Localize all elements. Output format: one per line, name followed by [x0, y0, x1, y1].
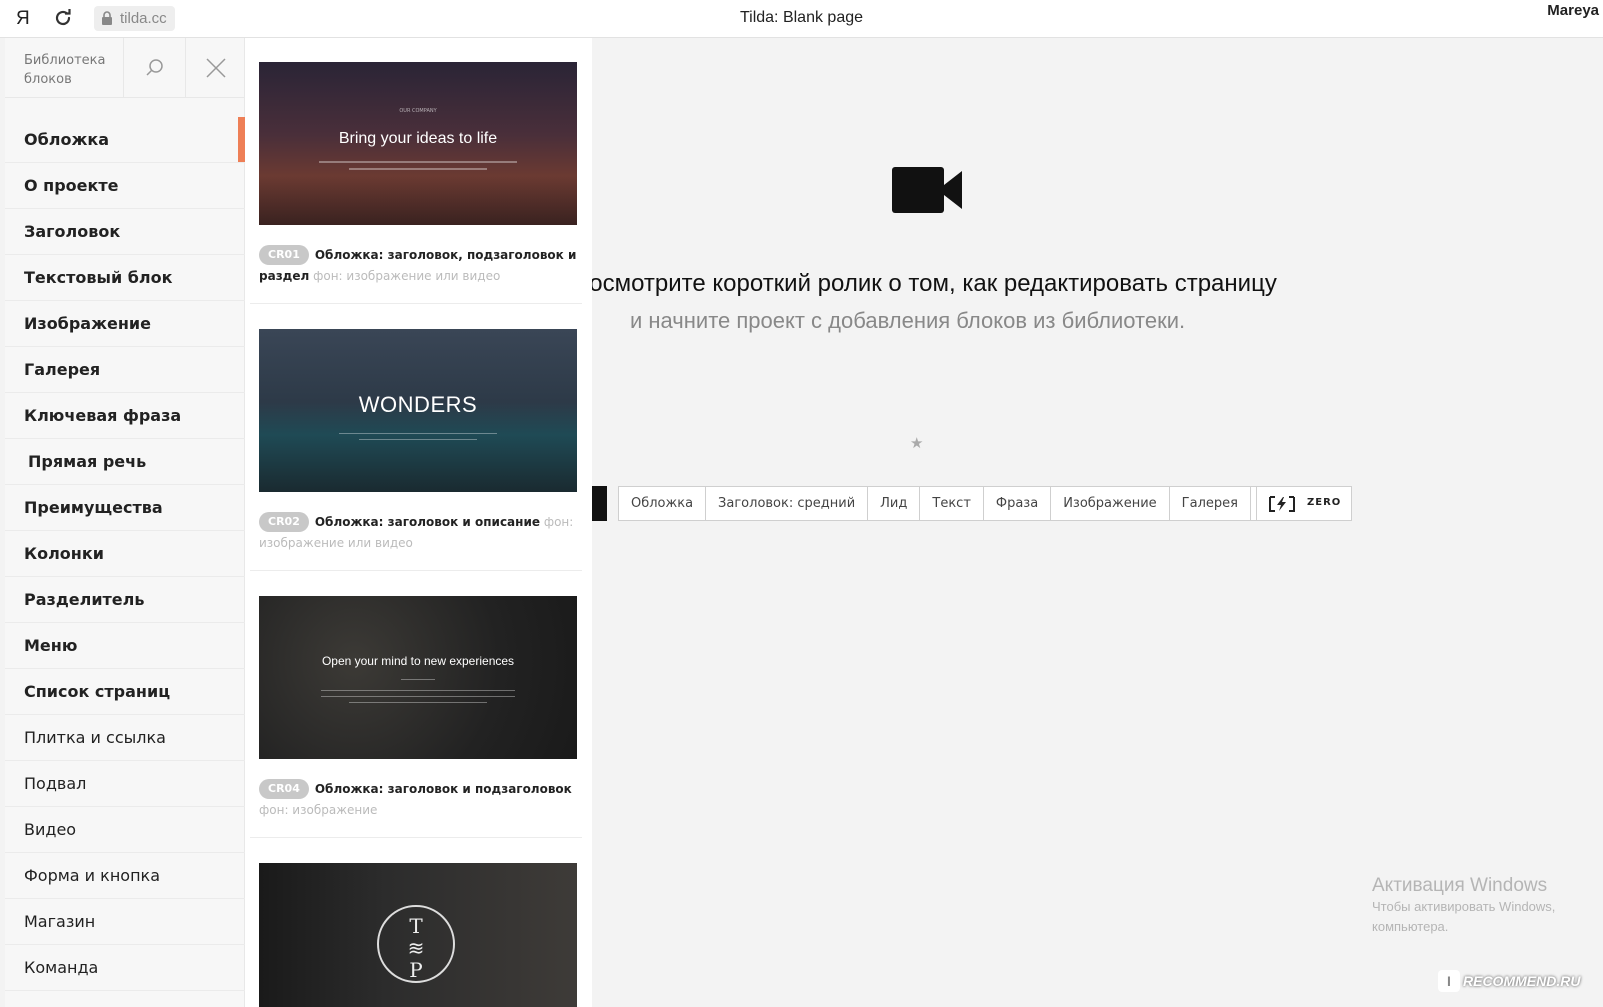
category-item[interactable]: Колонки — [5, 531, 245, 577]
block-code-badge: CR04 — [259, 779, 309, 799]
block-library-sidebar: Библиотека блоков Обложка О проекте Заголо… — [5, 38, 245, 1007]
block-thumbnail[interactable]: OUR COMPANY Bring your ideas to life — [259, 62, 577, 225]
block-note: фон: изображение или видео — [313, 269, 501, 283]
thumb-text-line — [321, 696, 515, 697]
close-button[interactable] — [185, 38, 245, 98]
star-icon: ★ — [910, 434, 924, 452]
block-description: CR04 Обложка: заголовок и подзаголовок фо… — [259, 779, 577, 821]
divider — [250, 837, 582, 838]
blocks-panel: OUR COMPANY Bring your ideas to life CR0… — [245, 38, 592, 1007]
block-card-partial[interactable]: T ≋ P — [259, 863, 577, 1007]
sidebar-header: Библиотека блоков — [5, 38, 245, 98]
thumb-text-line — [349, 702, 487, 703]
search-button[interactable] — [123, 38, 185, 98]
category-item[interactable]: Преимущества — [5, 485, 245, 531]
recommend-text: RECOMMEND.RU — [1463, 973, 1581, 989]
thumb-title: Bring your ideas to life — [338, 130, 498, 147]
windows-activation-watermark: Активация Windows Чтобы активировать Win… — [1372, 875, 1603, 937]
category-item[interactable]: Изображение — [5, 301, 245, 347]
block-card-cr02[interactable]: WONDERS CR02 Обложка: заголовок и описани… — [259, 329, 577, 554]
sidebar-title: Библиотека блоков — [24, 53, 106, 87]
recommend-watermark: I RECOMMEND.RU — [1438, 970, 1598, 1000]
category-item[interactable]: Заголовок — [5, 209, 245, 255]
quick-add-bar: Обложка Заголовок: средний Лид Текст Фраза Из… — [618, 486, 1319, 521]
category-item[interactable]: Текстовый блок — [5, 255, 245, 301]
close-icon — [205, 58, 226, 78]
thumb-text-line — [319, 161, 517, 163]
page-title: Tilda: Blank page — [739, 9, 864, 26]
category-item[interactable]: Обложка — [5, 117, 245, 163]
tp-logo: T ≋ P — [377, 905, 455, 983]
thumb-divider — [401, 679, 435, 680]
block-marker[interactable] — [592, 486, 607, 521]
zero-icon — [1269, 496, 1295, 512]
thumb-text-line — [359, 439, 477, 440]
watermark-title: Активация Windows — [1372, 875, 1548, 896]
category-item[interactable]: Прямая речь — [5, 439, 245, 485]
search-icon — [145, 59, 163, 76]
category-item[interactable]: Подвал — [5, 761, 245, 807]
category-item[interactable]: Плитка и ссылка — [5, 715, 245, 761]
category-list: Обложка О проекте Заголовок Текстовый блок И… — [5, 117, 245, 991]
block-card-cr01[interactable]: OUR COMPANY Bring your ideas to life CR0… — [259, 62, 577, 287]
thumb-text-line — [339, 433, 497, 434]
category-item[interactable]: Магазин — [5, 899, 245, 945]
zero-block-button[interactable]: ZERO — [1256, 486, 1352, 521]
category-item[interactable]: Список страниц — [5, 669, 245, 715]
recommend-logo-icon: I — [1438, 970, 1460, 992]
user-name[interactable]: Mareya — [1547, 2, 1599, 19]
category-item[interactable]: Ключевая фраза — [5, 393, 245, 439]
quick-add-button[interactable]: Заголовок: средний — [706, 487, 869, 520]
quick-add-button[interactable]: Текст — [920, 487, 984, 520]
quick-add-button[interactable]: Галерея — [1170, 487, 1251, 520]
block-code-badge: CR02 — [259, 512, 309, 532]
block-name: Обложка: заголовок и описание — [314, 515, 540, 529]
thumb-text-line — [349, 168, 487, 170]
divider — [250, 570, 582, 571]
category-item[interactable]: Видео — [5, 807, 245, 853]
subheadline: и начните проект с добавления блоков из … — [630, 308, 1186, 333]
category-item[interactable]: Меню — [5, 623, 245, 669]
block-note: фон: изображение — [259, 803, 378, 817]
thumb-title: WONDERS — [358, 392, 478, 417]
thumb-title: Open your mind to new experiences — [321, 654, 515, 668]
video-camera-icon[interactable] — [892, 165, 964, 215]
block-name: Обложка: заголовок и подзаголовок — [314, 782, 572, 796]
block-thumbnail[interactable]: Open your mind to new experiences — [259, 596, 577, 759]
thumb-text-line — [321, 690, 515, 691]
category-item[interactable]: Форма и кнопка — [5, 853, 245, 899]
watermark-line: компьютера. — [1372, 919, 1449, 934]
watermark-line: Чтобы активировать Windows, — [1372, 899, 1556, 914]
thumb-caption: OUR COMPANY — [399, 108, 437, 114]
block-card-cr04[interactable]: Open your mind to new experiences CR04 Об… — [259, 596, 577, 821]
block-code-badge: CR01 — [259, 245, 309, 265]
block-description: CR01 Обложка: заголовок, подзаголовок и р… — [259, 245, 577, 287]
category-item[interactable]: Команда — [5, 945, 245, 991]
category-item[interactable]: О проекте — [5, 163, 245, 209]
editor-canvas: Посмотрите короткий ролик о том, как ред… — [592, 38, 1603, 1007]
headline: Посмотрите короткий ролик о том, как ред… — [592, 270, 1277, 297]
browser-toolbar: Я tilda.cc Tilda: Blank page Mareya — [0, 0, 1603, 38]
block-thumbnail[interactable]: WONDERS — [259, 329, 577, 492]
block-description: CR02 Обложка: заголовок и описание фон: и… — [259, 512, 577, 554]
quick-add-button[interactable]: Лид — [868, 487, 921, 520]
category-item[interactable]: Галерея — [5, 347, 245, 393]
quick-add-button[interactable]: Обложка — [619, 487, 707, 520]
quick-add-button[interactable]: Изображение — [1051, 487, 1170, 520]
category-item[interactable]: Разделитель — [5, 577, 245, 623]
block-thumbnail[interactable]: T ≋ P — [259, 863, 577, 1007]
divider — [250, 303, 582, 304]
quick-add-button[interactable]: Фраза — [984, 487, 1052, 520]
zero-label: ZERO — [1307, 497, 1342, 508]
